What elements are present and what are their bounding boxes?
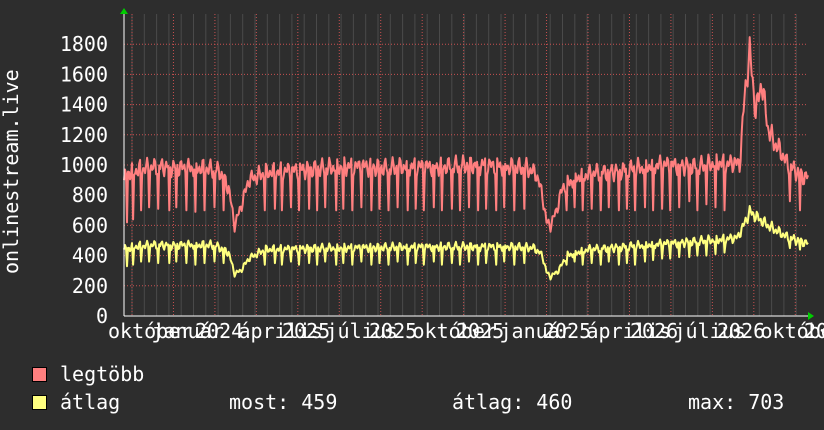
y-tick-label: 1200 (60, 123, 108, 147)
series-line-átlag (123, 205, 809, 281)
y-tick-label: 800 (72, 183, 108, 207)
y-tick-labels: 0 200 400 600 800 1000 1200 1400 1600 1800 (60, 32, 108, 328)
legend-item-atlag: átlag (32, 390, 120, 414)
x-tick-label: 2025 (543, 319, 591, 343)
y-axis-label: onlinestream.live (0, 69, 23, 274)
y-tick-label: 1400 (60, 93, 108, 117)
x-tick-label: 2025 (456, 319, 504, 343)
stat-atlag: átlag: 460 (452, 390, 573, 414)
y-tick-label: 400 (72, 244, 108, 268)
y-tick-label: 600 (72, 213, 108, 237)
y-tick-label: 1600 (60, 62, 108, 86)
legend-item-legtobb: legtöbb (32, 362, 144, 386)
x-tick-label: 2024 (195, 319, 243, 343)
y-tick-label: 1000 (60, 153, 108, 177)
x-tick-labels: októberjanuár2024április2025július2025ok… (108, 319, 824, 343)
legend-label-atlag: átlag (60, 390, 121, 414)
series-lines (123, 36, 809, 281)
y-axis-arrow (120, 8, 128, 14)
stat-most: most: 459 (229, 390, 338, 414)
x-tick-label: 2026 (717, 319, 765, 343)
y-tick-label: 1800 (60, 32, 108, 56)
stat-max: max: 703 (688, 390, 785, 414)
x-tick-label: 2026 (630, 319, 678, 343)
x-tick-label: 2025 (369, 319, 417, 343)
legend-swatch-atlag (32, 394, 47, 410)
x-tick-label: 2026 (804, 319, 824, 343)
x-tick-label: 2025 (282, 319, 330, 343)
y-tick-label: 200 (72, 274, 108, 298)
legend-label-legtobb: legtöbb (60, 362, 145, 386)
legend-swatch-legtobb (32, 366, 47, 382)
y-tick-label: 0 (96, 304, 108, 328)
